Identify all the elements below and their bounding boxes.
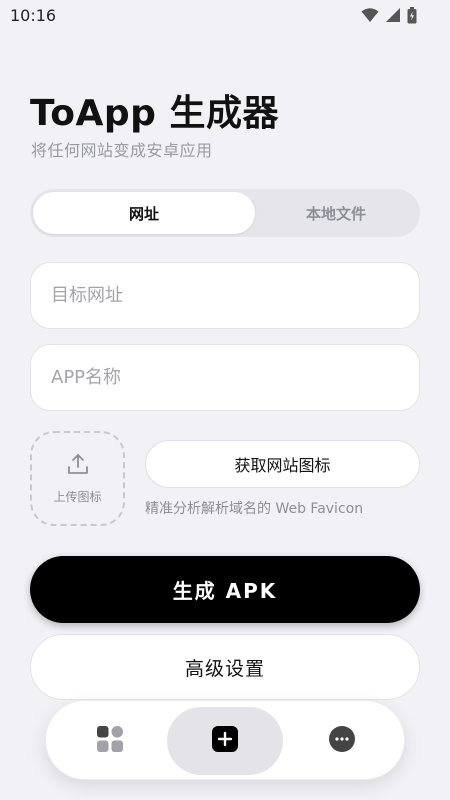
nav-apps[interactable]: [70, 707, 150, 775]
wifi-icon: [361, 7, 379, 23]
app-subtitle: 将任何网站变成安卓应用: [31, 141, 213, 160]
add-square-icon: [212, 726, 238, 756]
generate-apk-button[interactable]: 生成 APK: [30, 556, 420, 623]
app-title: ToApp 生成器: [30, 93, 279, 134]
upload-icon-label: 上传图标: [53, 490, 102, 504]
favicon-hint: 精准分析解析域名的 Web Favicon: [145, 501, 364, 517]
nav-create[interactable]: [167, 707, 283, 775]
url-input[interactable]: [30, 262, 420, 329]
app-name-input[interactable]: [30, 344, 420, 411]
app-screen: 10:16 ToApp 生成器 将任何网站变成安卓应用 网址 本地文件 上传: [0, 0, 450, 800]
status-icons: [361, 6, 417, 24]
tab-local-file[interactable]: 本地文件: [255, 192, 417, 234]
status-time: 10:16: [10, 6, 57, 25]
advanced-settings-button[interactable]: 高级设置: [30, 634, 420, 700]
status-bar: 10:16: [0, 0, 450, 30]
more-circle-icon: [329, 726, 355, 756]
source-segmented-control: 网址 本地文件: [30, 189, 420, 237]
bottom-nav: [45, 700, 405, 780]
upload-icon: [66, 452, 90, 480]
grid-apps-icon: [97, 726, 123, 756]
upload-icon-box[interactable]: 上传图标: [30, 431, 125, 526]
tab-url[interactable]: 网址: [33, 192, 255, 234]
signal-icon: [385, 7, 401, 23]
fetch-favicon-button[interactable]: 获取网站图标: [145, 440, 420, 488]
nav-more[interactable]: [302, 707, 382, 775]
battery-icon: [407, 6, 417, 24]
